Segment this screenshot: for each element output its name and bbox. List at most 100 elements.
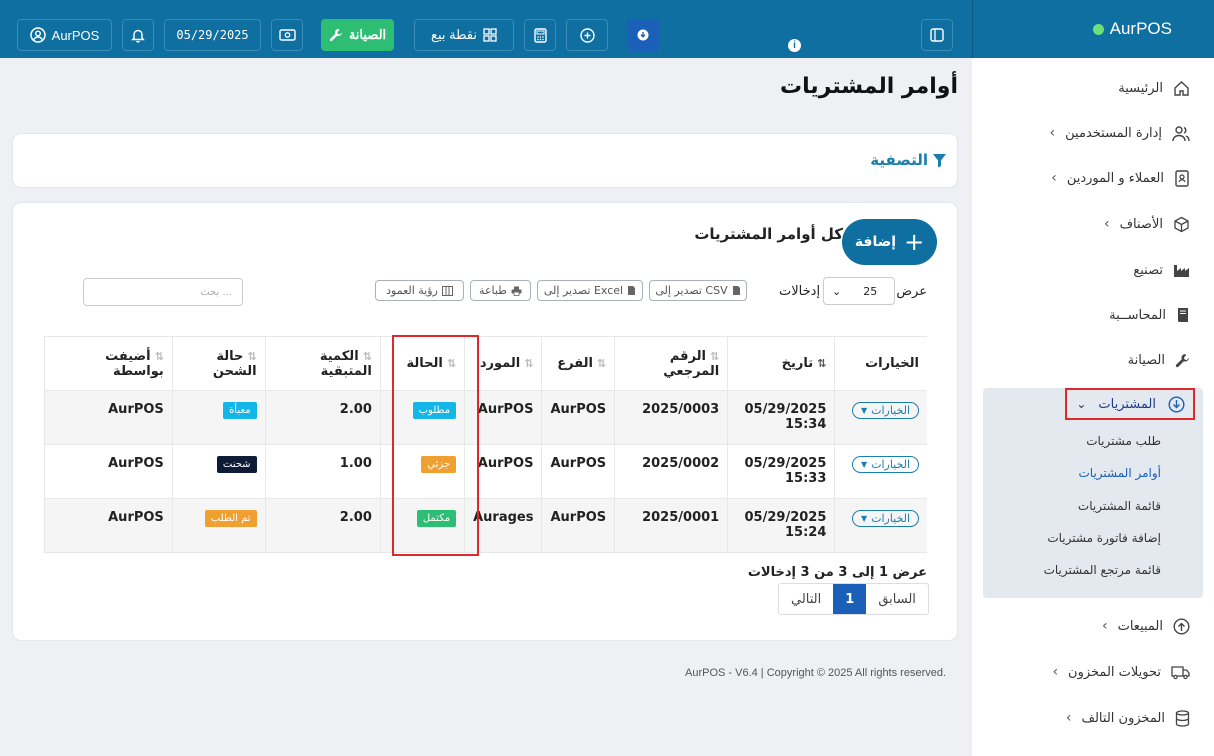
filter-toggle[interactable]: التصفية xyxy=(870,151,947,169)
download-circle-icon xyxy=(637,29,649,41)
current-date: 05/29/2025 xyxy=(176,28,249,42)
export-csv-label: تصدير إلى CSV xyxy=(655,284,728,297)
submenu-item-add-purchase-invoice[interactable]: إضافة فاتورة مشتريات xyxy=(1047,531,1161,545)
table-header-row: الخيارات ⇅تاريخ ⇅الرقم المرجعي ⇅الفرع ⇅ا… xyxy=(44,336,927,391)
sidebar-item-damaged-stock[interactable]: المخزون التالف ‹ xyxy=(1066,706,1190,730)
column-visibility-button[interactable]: رؤية العمود xyxy=(375,280,464,301)
download-button[interactable] xyxy=(627,19,659,51)
previous-page-button[interactable]: السابق xyxy=(866,584,928,614)
sidebar-item-label: الصيانة xyxy=(1127,352,1165,368)
column-header-label: المورد xyxy=(479,356,521,371)
date-display: 05/29/2025 xyxy=(164,19,261,51)
column-header-supplier[interactable]: ⇅المورد xyxy=(464,336,542,391)
entries-per-page-select[interactable]: ⌄ 25 xyxy=(823,277,895,305)
upload-icon xyxy=(1173,617,1190,635)
pagination-info: عرض 1 إلى 3 من 3 إدخالات xyxy=(747,565,927,580)
sidebar-item-items[interactable]: الأصناف ‹ xyxy=(1104,212,1190,236)
calculator-button[interactable] xyxy=(524,19,556,51)
sidebar-item-home[interactable]: الرئيسية xyxy=(1118,76,1190,100)
row-options-button[interactable]: الخيارات ▼ xyxy=(851,402,919,419)
sort-icon: ⇅ xyxy=(524,357,534,370)
filter-card[interactable]: التصفية xyxy=(13,134,957,187)
column-header-added-by[interactable]: ⇅أضيفت بواسطة xyxy=(44,336,173,391)
order-time: 15:24 xyxy=(784,525,827,540)
added-by-cell: AurPOS xyxy=(44,390,173,445)
status-badge: مكتمل xyxy=(416,510,457,527)
status-badge: مطلوب xyxy=(412,402,457,419)
plus-circle-icon xyxy=(579,27,595,43)
print-button[interactable]: طباعة xyxy=(470,280,531,301)
column-header-branch[interactable]: ⇅الفرع xyxy=(541,336,615,391)
purchase-orders-table: الخيارات ⇅تاريخ ⇅الرقم المرجعي ⇅الفرع ⇅ا… xyxy=(44,336,927,553)
status-cell: جزئي xyxy=(379,444,465,499)
add-purchase-order-button[interactable]: + إضافة xyxy=(842,219,937,265)
sidebar-item-contacts[interactable]: العملاء و الموردين ‹ xyxy=(1051,166,1190,190)
table-row: الخيارات ▼ 05/29/2025 15:34 2025/0003 AurP… xyxy=(44,390,927,445)
export-csv-button[interactable]: تصدير إلى CSV xyxy=(649,280,747,301)
purchases-submenu: المشتريات ⌄ طلب مشتريات أوامر المشتريات … xyxy=(983,388,1203,598)
caret-down-icon: ▼ xyxy=(860,460,868,469)
sort-icon: ⇅ xyxy=(710,349,720,363)
reference-cell: 2025/0001 xyxy=(614,498,728,553)
sidebar-item-label: الرئيسية xyxy=(1118,80,1163,96)
submenu-item-purchase-returns[interactable]: قائمة مرتجع المشتريات xyxy=(1044,563,1161,577)
column-header-remaining-qty[interactable]: ⇅الكمية المتبقية xyxy=(264,336,381,391)
file-csv-icon xyxy=(732,286,740,295)
remaining-qty-cell: 1.00 xyxy=(264,444,381,499)
shipping-status-cell: معبأة xyxy=(171,390,266,445)
database-icon xyxy=(1175,709,1190,727)
sidebar-item-manufacturing[interactable]: تصنيع xyxy=(1133,258,1190,282)
add-button-label: إضافة xyxy=(854,234,897,250)
page-1-button[interactable]: 1 xyxy=(833,584,867,614)
order-date: 05/29/2025 xyxy=(744,510,827,525)
sort-desc-icon: ⇅ xyxy=(817,357,827,370)
export-excel-button[interactable]: تصدير إلى Excel xyxy=(537,280,643,301)
sidebar-item-maintenance[interactable]: الصيانة xyxy=(1128,348,1190,372)
column-header-reference[interactable]: ⇅الرقم المرجعي xyxy=(614,336,728,391)
user-menu-button[interactable]: AurPOS xyxy=(17,19,112,51)
sidebar-item-label: المحاســبة xyxy=(1109,307,1166,323)
truck-icon xyxy=(1171,665,1190,679)
table-row: الخيارات ▼ 05/29/2025 15:24 2025/0001 AurP… xyxy=(44,498,927,553)
column-visibility-label: رؤية العمود xyxy=(386,284,438,297)
quick-add-button[interactable] xyxy=(566,19,608,51)
column-header-label: الخيارات xyxy=(865,356,919,371)
options-label: الخيارات xyxy=(871,512,910,525)
search-placeholder: بحث ... xyxy=(200,286,232,298)
brand[interactable]: AurPOS xyxy=(1092,19,1172,39)
column-header-label: الحالة xyxy=(406,356,443,371)
submenu-item-purchase-orders[interactable]: أوامر المشتريات xyxy=(1079,466,1162,480)
sidebar-item-purchases[interactable]: المشتريات ⌄ xyxy=(1065,388,1195,420)
search-input[interactable]: بحث ... xyxy=(83,278,243,306)
sidebar-item-label: المخزون التالف xyxy=(1081,710,1165,726)
chevron-left-icon: ‹ xyxy=(1065,710,1072,726)
money-icon xyxy=(278,29,296,41)
info-icon[interactable]: i xyxy=(788,39,801,52)
next-page-button[interactable]: التالي xyxy=(779,584,833,614)
sidebar-item-accounting[interactable]: المحاســبة xyxy=(1109,303,1190,327)
row-options-button[interactable]: الخيارات ▼ xyxy=(851,456,919,473)
wrench-icon xyxy=(1175,353,1189,367)
sidebar-item-sales[interactable]: المبيعات ‹ xyxy=(1102,614,1190,638)
sidebar-item-label: إدارة المستخدمين xyxy=(1065,125,1162,141)
notifications-button[interactable] xyxy=(122,19,154,51)
submenu-item-purchase-list[interactable]: قائمة المشتريات xyxy=(1078,499,1161,513)
pos-button[interactable]: نقطة بيع xyxy=(414,19,514,51)
top-bar: AurPOS 05/29/2025 الصيانة نقطة بيع xyxy=(0,0,972,58)
column-header-status[interactable]: ⇅الحالة xyxy=(379,336,465,391)
cash-register-button[interactable] xyxy=(271,19,303,51)
sidebar-toggle-button[interactable] xyxy=(921,19,953,51)
status-cell: مكتمل xyxy=(379,498,465,553)
row-options-button[interactable]: الخيارات ▼ xyxy=(851,510,919,527)
column-header-date[interactable]: ⇅تاريخ xyxy=(727,336,835,391)
branch-cell: AurPOS xyxy=(541,444,615,499)
sidebar-item-stock-transfers[interactable]: تحويلات المخزون ‹ xyxy=(1052,660,1190,684)
submenu-item-purchase-request[interactable]: طلب مشتريات xyxy=(1086,434,1161,448)
maintenance-button[interactable]: الصيانة xyxy=(321,19,394,51)
column-header-options[interactable]: الخيارات xyxy=(834,336,927,391)
chevron-down-icon: ⌄ xyxy=(832,284,842,298)
brand-name: AurPOS xyxy=(1109,19,1172,38)
sidebar-item-users[interactable]: إدارة المستخدمين ‹ xyxy=(1050,121,1190,145)
caret-down-icon: ▼ xyxy=(860,406,868,415)
column-header-shipping-status[interactable]: ⇅حالة الشحن xyxy=(171,336,266,391)
